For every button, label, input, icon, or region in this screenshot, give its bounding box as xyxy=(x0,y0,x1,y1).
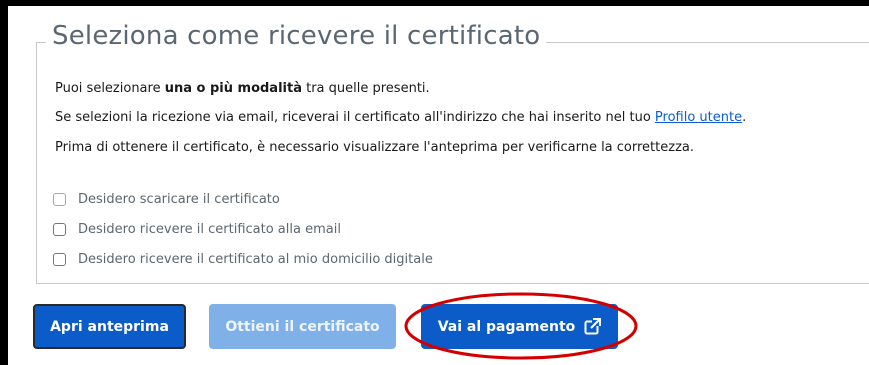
digital-domicile-label: Desidero ricevere il certificato al mio … xyxy=(78,251,433,267)
download-label: Desidero scaricare il certificato xyxy=(78,191,280,207)
screenshot-frame-left xyxy=(0,0,8,365)
get-certificate-button: Ottieni il certificato xyxy=(209,304,396,349)
option-digital-domicile[interactable]: Desidero ricevere il certificato al mio … xyxy=(53,250,433,268)
email-checkbox[interactable] xyxy=(53,222,66,236)
info-line-1: Puoi selezionare una o più modalità tra … xyxy=(55,81,430,96)
digital-domicile-checkbox[interactable] xyxy=(53,252,66,266)
go-to-payment-button[interactable]: Vai al pagamento xyxy=(421,304,618,349)
download-checkbox[interactable] xyxy=(53,192,66,206)
option-email[interactable]: Desidero ricevere il certificato alla em… xyxy=(53,220,341,238)
info-line-3: Prima di ottenere il certificato, è nece… xyxy=(55,140,694,155)
info-bold-text: una o più modalità xyxy=(164,81,302,96)
options-fieldset xyxy=(36,42,869,284)
section-title: Seleziona come ricevere il certificato xyxy=(46,21,547,51)
option-download[interactable]: Desidero scaricare il certificato xyxy=(53,190,280,208)
external-link-icon xyxy=(584,318,602,335)
email-label: Desidero ricevere il certificato alla em… xyxy=(78,221,341,237)
screenshot-frame-top xyxy=(0,0,869,6)
info-line-2: Se selezioni la ricezione via email, ric… xyxy=(55,110,747,125)
open-preview-button[interactable]: Apri anteprima xyxy=(33,304,186,349)
profile-link[interactable]: Profilo utente xyxy=(655,110,742,125)
